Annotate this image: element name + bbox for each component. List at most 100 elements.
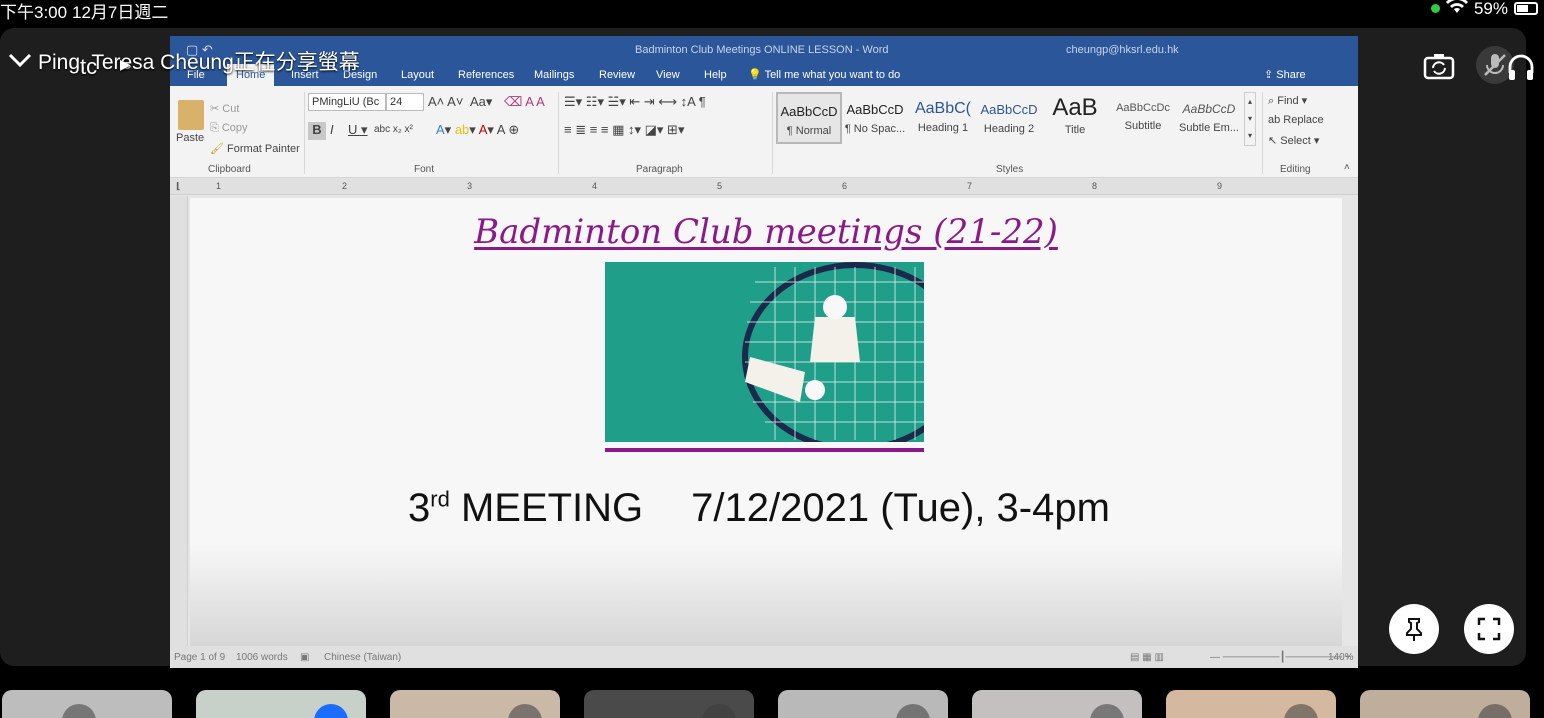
text-effects-highlight-color[interactable]: A▾ ab▾ A▾ A ⊕ (436, 122, 519, 138)
document-page[interactable]: Badminton Club meetings (21-22) 3rd MEET… (190, 198, 1342, 654)
collapse-ribbon-icon[interactable]: ˄ (1344, 162, 1350, 173)
tab-review[interactable]: Review (590, 64, 644, 86)
play-triangle-icon[interactable]: ▶ (120, 56, 131, 73)
fullscreen-button[interactable] (1464, 604, 1514, 654)
status-right: 59% (1430, 0, 1538, 19)
style-heading-1[interactable]: AaBbC( Heading 1 (910, 92, 976, 144)
participant-tile[interactable] (390, 690, 560, 718)
paste-icon[interactable] (178, 100, 204, 130)
view-mode-buttons[interactable]: ▤ ▦ ▥ (1130, 652, 1164, 663)
mic-muted-icon (896, 704, 930, 718)
font-group-label: Font (414, 164, 435, 175)
proofing-icon[interactable]: ▣ (300, 652, 309, 663)
status-date: 12月7日週二 (72, 3, 169, 22)
participant-tile[interactable] (1360, 690, 1530, 718)
chevron-down-icon[interactable] (8, 47, 32, 75)
tell-me-text: Tell me what you want to do (764, 69, 901, 81)
self-initials[interactable]: tc (80, 54, 97, 80)
separator (1262, 92, 1263, 174)
ruler-number: 3 (467, 181, 473, 191)
mic-muted-icon (1090, 704, 1124, 718)
bold-button[interactable]: B (308, 122, 326, 140)
clear-formatting-icon[interactable]: ⌫ A A (504, 94, 545, 110)
document-heading: Badminton Club meetings (21-22) (474, 212, 1058, 252)
style-title[interactable]: AaB Title (1042, 92, 1108, 144)
camera-switch-icon[interactable] (1422, 50, 1456, 84)
copy-button[interactable]: ⎘ Copy (210, 122, 248, 135)
cut-button[interactable]: ✂ Cut (210, 102, 239, 115)
change-case-button[interactable]: Aa▾ (470, 94, 492, 110)
fullscreen-icon (1477, 617, 1501, 641)
replace-button[interactable]: ab Replace (1268, 114, 1324, 126)
word-count[interactable]: 1006 words (236, 652, 288, 663)
wifi-icon (1445, 0, 1468, 19)
pin-icon (1406, 618, 1422, 641)
participant-tile[interactable] (1166, 690, 1336, 718)
font-grow-shrink-buttons[interactable]: A˄ A˅ (428, 94, 463, 109)
format-painter-button[interactable]: 🖌 Format Painter (210, 142, 300, 155)
ruler-number: 4 (592, 181, 598, 191)
word-status-bar: Page 1 of 9 1006 words ▣ Chinese (Taiwan… (170, 646, 1358, 668)
select-button[interactable]: ↖ Select ▾ (1268, 134, 1319, 147)
pin-button[interactable] (1389, 604, 1439, 654)
style-normal[interactable]: AaBbCcD ¶ Normal (776, 92, 842, 144)
paintbrush-icon: 🖌 (210, 143, 228, 155)
mic-muted-icon (508, 704, 542, 718)
underline-button[interactable]: U ▾ (348, 122, 368, 138)
separator (304, 92, 305, 174)
find-button[interactable]: ⌕ Find ▾ (1268, 94, 1307, 108)
page-fade-overlay (190, 544, 1342, 654)
battery-icon (1514, 2, 1538, 15)
tab-view[interactable]: View (647, 64, 689, 86)
replace-icon: ab (1268, 114, 1284, 126)
camera-active-indicator (1430, 4, 1440, 13)
ruler-number: 9 (1217, 181, 1223, 191)
tab-mailings[interactable]: Mailings (525, 64, 583, 86)
zoom-level[interactable]: 140% (1328, 652, 1354, 663)
page-count[interactable]: Page 1 of 9 (174, 652, 225, 663)
participant-tile[interactable] (196, 690, 366, 718)
clipboard-group-label: Clipboard (208, 164, 251, 175)
alignment-buttons[interactable]: ≡ ≣ ≡ ≡ ▦ ↕▾ ◪▾ ⊞▾ (564, 122, 684, 138)
font-name-select[interactable]: PMingLiU (Bc (308, 93, 386, 111)
ruler-number: 5 (717, 181, 723, 191)
tab-help[interactable]: Help (695, 64, 736, 86)
ruler-number: 8 (1092, 181, 1098, 191)
cursor-icon: ↖ (1268, 135, 1281, 147)
tab-references[interactable]: References (449, 64, 523, 86)
separator (772, 92, 773, 174)
ruler-number: 6 (842, 181, 848, 191)
participant-tile[interactable] (972, 690, 1142, 718)
paragraph-group-label: Paragraph (636, 164, 683, 175)
language-indicator[interactable]: Chinese (Taiwan) (324, 652, 401, 663)
speaking-indicator (314, 704, 348, 718)
device-status-bar: 下午3:00 12月7日週二 59% (0, 0, 1544, 22)
mic-muted-icon (62, 704, 96, 718)
paste-label[interactable]: Paste (176, 132, 204, 144)
separator (558, 92, 559, 174)
style-subtle-emphasis[interactable]: AaBbCcD Subtle Em... (1176, 92, 1242, 144)
list-buttons[interactable]: ☰▾ ☷▾ ☱▾ ⇤ ⇥ ⟷ ↕A ¶ (564, 94, 706, 110)
horizontal-ruler[interactable]: ⌊ 1 2 3 4 5 6 7 8 9 (170, 179, 1358, 195)
account-email[interactable]: cheungp@hksrl.edu.hk (1066, 44, 1179, 56)
strikethrough-sub-super-buttons[interactable]: abc x₂ x² (374, 124, 413, 135)
participant-tile[interactable] (2, 690, 172, 718)
style-subtitle[interactable]: AaBbCcDc Subtitle (1110, 92, 1176, 144)
meeting-date: 7/12/2021 (Tue), 3-4pm (691, 486, 1110, 530)
headphones-icon[interactable] (1504, 50, 1538, 84)
copy-icon: ⎘ (210, 122, 222, 134)
editing-group-label: Editing (1280, 164, 1311, 175)
style-heading-2[interactable]: AaBbCcD Heading 2 (976, 92, 1042, 144)
meeting-line: 3rd MEETING 7/12/2021 (Tue), 3-4pm (408, 486, 1110, 530)
participant-tile[interactable] (778, 690, 948, 718)
share-button[interactable]: ⇪ Share (1264, 64, 1306, 86)
font-size-select[interactable]: 24 (386, 93, 424, 111)
participant-tile[interactable] (584, 690, 754, 718)
style-no-spacing[interactable]: AaBbCcD ¶ No Spac... (842, 92, 908, 144)
italic-button[interactable]: I (330, 122, 334, 137)
styles-scroll[interactable]: ▴ ▾ ▾ (1244, 92, 1256, 146)
tell-me-search[interactable]: 💡 Tell me what you want to do (748, 64, 900, 86)
mic-muted-icon (1284, 704, 1318, 718)
tab-stop-selector[interactable]: ⌊ (176, 181, 180, 192)
tab-layout[interactable]: Layout (392, 64, 443, 86)
